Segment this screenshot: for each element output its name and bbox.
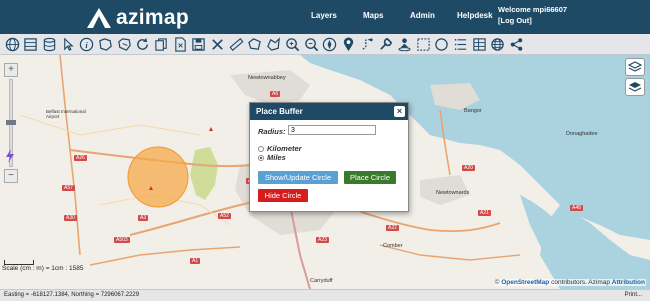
zoom-in-button[interactable]: + [4,63,18,77]
place-circle-button[interactable]: Place Circle [344,171,396,184]
road-label: A23 [316,237,329,243]
layers-filled-icon [628,82,642,92]
attribution-text: contributors. Azimap [549,279,612,286]
radius-input[interactable] [288,125,376,135]
road-label: A1 [190,258,201,264]
nav-maps[interactable]: Maps [363,11,383,20]
road-label: A503 [114,237,130,243]
copy-icon[interactable] [154,36,170,52]
road-label: A3 [138,215,149,221]
layer-switcher-button[interactable] [625,58,645,76]
azimap-logo[interactable]: azimap [86,6,189,30]
nav-layers[interactable]: Layers [311,11,337,20]
coordinates-readout: Easting = -618127.1384, Northing = 72960… [4,292,140,298]
zoom-out-icon[interactable] [303,36,319,52]
pin-icon[interactable] [340,36,356,52]
unit-miles-option[interactable]: Miles [258,153,286,162]
database-icon[interactable] [41,36,57,52]
table-icon[interactable] [471,36,487,52]
radius-label: Radius: [258,127,286,136]
pointer-icon[interactable] [60,36,76,52]
welcome-text: Welcome mpi66607 [498,5,568,14]
clear-icon[interactable] [210,36,226,52]
place-label: Comber [383,243,403,249]
radio-kilometer[interactable] [258,145,264,152]
list-icon[interactable] [453,36,469,52]
zoom-control: + − [4,63,18,183]
road-label: A6 [270,91,281,97]
refresh-icon[interactable] [135,36,151,52]
delete-doc-icon[interactable] [172,36,188,52]
person-pin-icon[interactable] [396,36,412,52]
area-select-icon[interactable] [415,36,431,52]
logo-text: azimap [116,6,189,29]
road-label: A20 [462,165,475,171]
dialog-title: Place Buffer [256,107,303,116]
road-label: A21 [478,210,491,216]
place-label: Carryduff [310,278,333,284]
polygon-icon[interactable] [247,36,263,52]
map-toolbar: i [0,34,650,55]
copyright-symbol: © [494,279,500,286]
road-label: A22 [386,225,399,231]
road-label: A57 [62,185,75,191]
place-label: Bangor [464,108,482,114]
unit-kilometer-label: Kilometer [267,144,302,153]
place-buffer-dialog: Place Buffer × Radius: Kilometer Miles S… [249,102,409,212]
dialog-titlebar[interactable]: Place Buffer × [250,103,408,120]
ruler-icon[interactable] [228,36,244,52]
road-label: A26 [74,155,87,161]
unit-kilometer-option[interactable]: Kilometer [258,144,302,153]
share-icon[interactable] [509,36,525,52]
nav-helpdesk[interactable]: Helpdesk [457,11,493,20]
base-layer-button[interactable] [625,78,645,96]
user-welcome: Welcome mpi66607 [Log Out] [498,4,567,26]
lightning-icon [6,149,14,163]
show-update-circle-button[interactable]: Show/Update Circle [258,171,338,184]
print-button[interactable]: Print... [625,292,642,298]
road-label: A30 [64,215,77,221]
compass-icon[interactable] [322,36,338,52]
nav-admin[interactable]: Admin [410,11,435,20]
map-attribution: © OpenStreetMap contributors. Azimap Att… [493,279,646,286]
status-bar: Easting = -618127.1384, Northing = 72960… [0,289,650,301]
road-label: A48 [570,205,583,211]
road-label: A52 [218,213,231,219]
place-label: Belfast International Airport [46,109,86,119]
buffer-circle-icon[interactable] [434,36,450,52]
place-label: Donaghadee [566,131,598,137]
globe-icon[interactable] [4,36,20,52]
place-label: Newtownabbey [248,75,286,81]
close-icon[interactable]: × [394,106,405,117]
info-icon[interactable]: i [79,36,95,52]
pan-area-icon[interactable] [116,36,132,52]
hide-circle-button[interactable]: Hide Circle [258,189,308,202]
radio-miles[interactable] [258,154,264,161]
zoom-out-button[interactable]: − [4,169,18,183]
layers-icon [628,61,642,72]
globe-settings-icon[interactable] [490,36,506,52]
layers-stack-icon[interactable] [23,36,39,52]
place-label: Newtownards [436,190,470,196]
osm-link[interactable]: OpenStreetMap [501,279,549,286]
scale-text: Scale (cm : m) = 1cm : 1585 [2,265,84,272]
logo-mountain-icon [87,8,111,28]
route-icon[interactable] [359,36,375,52]
save-icon[interactable] [191,36,207,52]
zoom-slider-handle[interactable] [6,120,16,125]
unit-miles-label: Miles [267,153,286,162]
logout-link[interactable]: [Log Out] [498,15,567,26]
select-area-icon[interactable] [97,36,113,52]
zoom-in-icon[interactable] [284,36,300,52]
wrench-icon[interactable] [378,36,394,52]
svg-text:i: i [86,39,89,49]
attribution-link[interactable]: Attribution [612,279,645,286]
app-header: azimap Layers Maps Admin Helpdesk Welcom… [0,0,650,34]
draw-area-icon[interactable] [266,36,282,52]
